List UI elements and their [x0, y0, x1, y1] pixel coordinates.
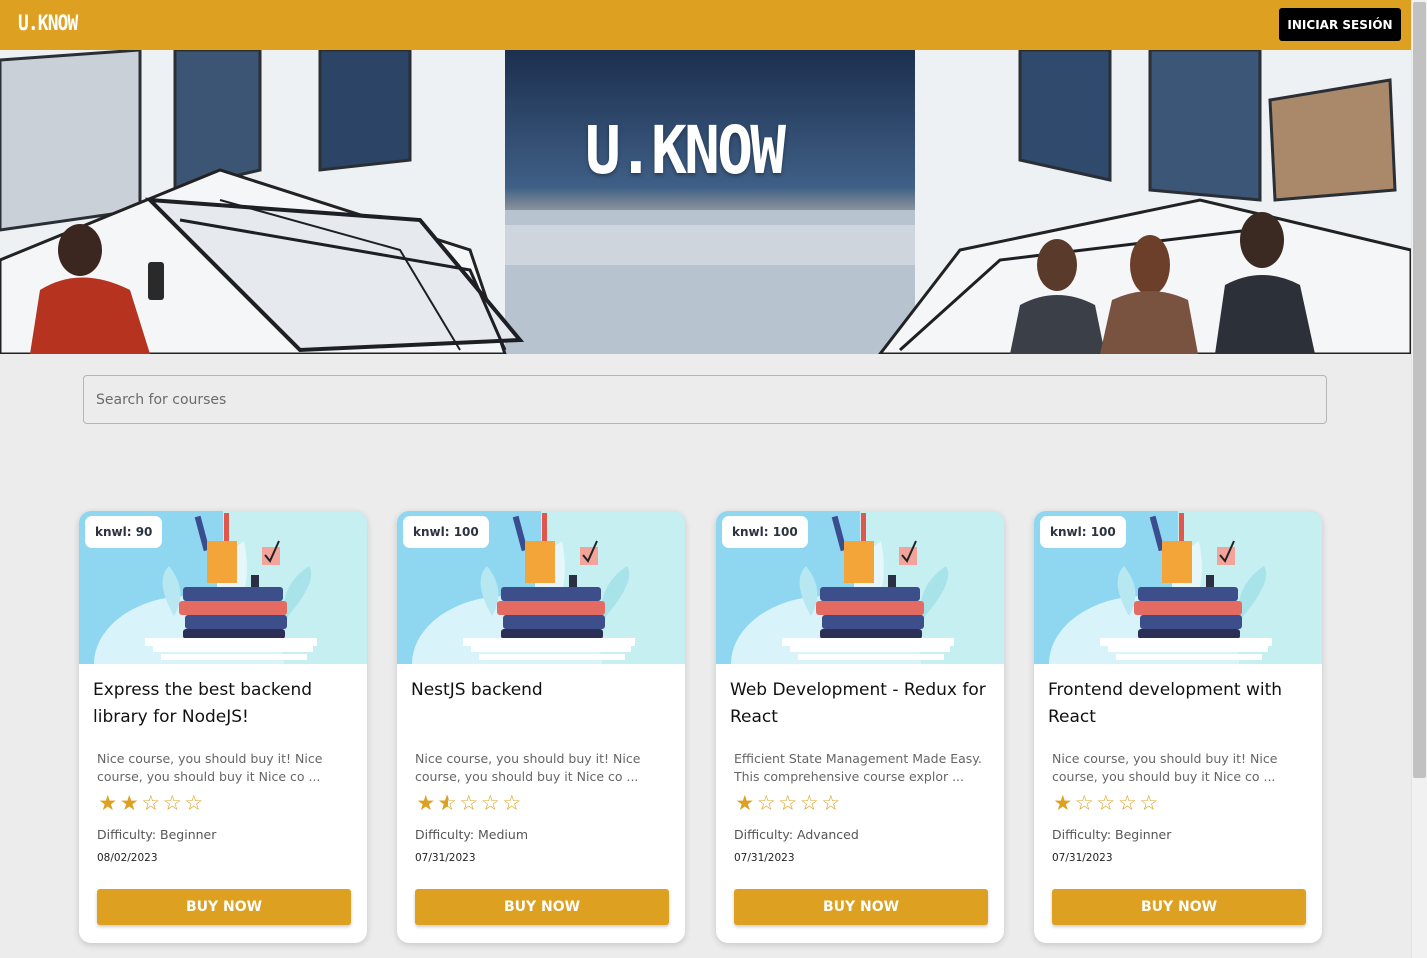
- course-rating: ★☆☆☆☆: [1052, 791, 1160, 815]
- course-card[interactable]: knwl: 100 Web Development - Redux for Re…: [716, 511, 1004, 943]
- course-date: 07/31/2023: [1052, 852, 1113, 864]
- search-bar: [83, 375, 1327, 424]
- login-button[interactable]: INICIAR SESIÓN: [1279, 8, 1401, 41]
- course-date: 07/31/2023: [415, 852, 476, 864]
- course-date: 07/31/2023: [734, 852, 795, 864]
- course-difficulty: Difficulty: Advanced: [734, 827, 859, 842]
- knowledge-badge: knwl: 100: [1040, 516, 1126, 548]
- star-empty-icon: ☆: [502, 791, 522, 815]
- course-rating: ★☆☆☆☆: [415, 791, 523, 815]
- hero-banner: U.KNOW: [0, 50, 1411, 354]
- star-filled-icon: ★: [735, 791, 755, 815]
- course-rating: ★ ★ ☆ ☆ ☆: [97, 791, 205, 815]
- star-filled-icon: ★: [98, 791, 118, 815]
- course-title[interactable]: Express the best backend library for Nod…: [93, 677, 355, 731]
- search-input[interactable]: [83, 375, 1327, 424]
- hero-illustration: [0, 50, 1411, 354]
- star-empty-icon: ☆: [184, 791, 204, 815]
- knowledge-badge: knwl: 100: [403, 516, 489, 548]
- knowledge-badge: knwl: 90: [85, 516, 163, 548]
- course-description: Nice course, you should buy it! Nice cou…: [97, 751, 323, 784]
- course-description: Efficient State Management Made Easy. Th…: [734, 751, 982, 784]
- star-empty-icon: ☆: [141, 791, 161, 815]
- star-half-icon: ☆: [437, 791, 459, 815]
- star-empty-icon: ☆: [1096, 791, 1116, 815]
- star-filled-icon: ★: [416, 791, 436, 815]
- star-empty-icon: ☆: [1074, 791, 1094, 815]
- star-empty-icon: ☆: [778, 791, 798, 815]
- logo[interactable]: U.KNOW: [18, 11, 78, 35]
- course-title[interactable]: NestJS backend: [411, 677, 673, 704]
- page-scrollbar[interactable]: [1411, 0, 1427, 958]
- scrollbar-thumb[interactable]: [1413, 2, 1426, 778]
- course-difficulty: Difficulty: Beginner: [97, 827, 217, 842]
- course-title[interactable]: Web Development - Redux for React: [730, 677, 992, 731]
- top-navbar: U.KNOW INICIAR SESIÓN: [0, 0, 1411, 50]
- star-empty-icon: ☆: [756, 791, 776, 815]
- star-empty-icon: ☆: [1139, 791, 1159, 815]
- course-rating: ★☆☆☆☆: [734, 791, 842, 815]
- course-date: 08/02/2023: [97, 852, 158, 864]
- star-empty-icon: ☆: [459, 791, 479, 815]
- buy-now-button[interactable]: BUY NOW: [97, 889, 351, 925]
- knowledge-badge: knwl: 100: [722, 516, 808, 548]
- course-title[interactable]: Frontend development with React: [1048, 677, 1310, 731]
- buy-now-button[interactable]: BUY NOW: [415, 889, 669, 925]
- course-card[interactable]: knwl: 90 Express the best backend librar…: [79, 511, 367, 943]
- buy-now-button[interactable]: BUY NOW: [734, 889, 988, 925]
- course-description: Nice course, you should buy it! Nice cou…: [415, 751, 641, 784]
- course-card[interactable]: knwl: 100 Frontend development with Reac…: [1034, 511, 1322, 943]
- star-empty-icon: ☆: [1117, 791, 1137, 815]
- star-empty-icon: ☆: [162, 791, 182, 815]
- course-card[interactable]: knwl: 100 NestJS backend Nice course, yo…: [397, 511, 685, 943]
- course-description: Nice course, you should buy it! Nice cou…: [1052, 751, 1278, 784]
- hero-title: U.KNOW: [585, 112, 786, 189]
- star-empty-icon: ☆: [821, 791, 841, 815]
- star-empty-icon: ☆: [480, 791, 500, 815]
- buy-now-button[interactable]: BUY NOW: [1052, 889, 1306, 925]
- star-filled-icon: ★: [1053, 791, 1073, 815]
- course-difficulty: Difficulty: Medium: [415, 827, 529, 842]
- star-empty-icon: ☆: [799, 791, 819, 815]
- star-filled-icon: ★: [119, 791, 139, 815]
- course-difficulty: Difficulty: Beginner: [1052, 827, 1172, 842]
